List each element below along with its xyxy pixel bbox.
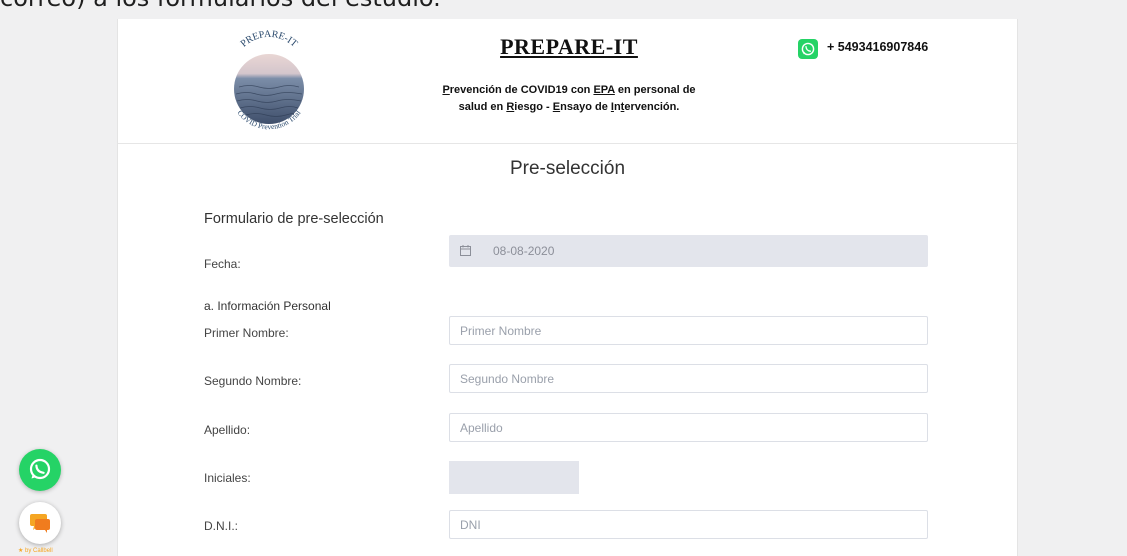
apellido-label: Apellido: [204, 423, 251, 437]
svg-text:PREPARE-IT: PREPARE-IT [239, 29, 300, 50]
personal-info-heading: a. Información Personal [204, 299, 331, 313]
brand-title: PREPARE-IT [500, 34, 638, 59]
segundo-nombre-input[interactable] [449, 364, 928, 393]
form-title: Formulario de pre-selección [204, 211, 384, 227]
dni-label: D.N.I.: [204, 519, 239, 533]
fecha-label: Fecha: [204, 257, 241, 271]
whatsapp-icon[interactable] [798, 39, 818, 59]
calendar-icon [460, 245, 471, 256]
primer-nombre-label: Primer Nombre: [204, 326, 289, 340]
phone-number: + 5493416907846 [827, 40, 929, 54]
dni-input[interactable] [449, 510, 928, 539]
inicial-1-input[interactable] [449, 461, 493, 494]
segundo-nombre-label: Segundo Nombre: [204, 374, 302, 388]
inicial-3-input[interactable] [535, 461, 579, 494]
whatsapp-float-button[interactable] [19, 449, 61, 491]
logo-top-text: PREPARE-IT [239, 29, 300, 50]
section-title: Pre-selección [509, 158, 626, 179]
chat-icon [30, 514, 50, 533]
form-card: PREPARE-IT COVID Prevention Trial PREPAR… [117, 19, 1018, 556]
page-top-text: correo) a los formularios del estudio. [0, 0, 441, 12]
chat-float-button[interactable] [19, 502, 61, 544]
callbell-credit[interactable]: ★ by Callbell [18, 547, 53, 554]
primer-nombre-input[interactable] [449, 316, 928, 345]
fecha-value: 08-08-2020 [493, 244, 555, 258]
whatsapp-icon [29, 458, 51, 480]
header: PREPARE-IT COVID Prevention Trial PREPAR… [118, 19, 1017, 144]
fecha-field: 08-08-2020 [449, 235, 928, 267]
logo-emblem: PREPARE-IT COVID Prevention Trial [234, 29, 304, 131]
iniciales-label: Iniciales: [204, 471, 251, 485]
inicial-2-input[interactable] [492, 461, 536, 494]
apellido-input[interactable] [449, 413, 928, 442]
brand-subtitle: Prevención de COVID19 con EPA en persona… [442, 84, 696, 113]
